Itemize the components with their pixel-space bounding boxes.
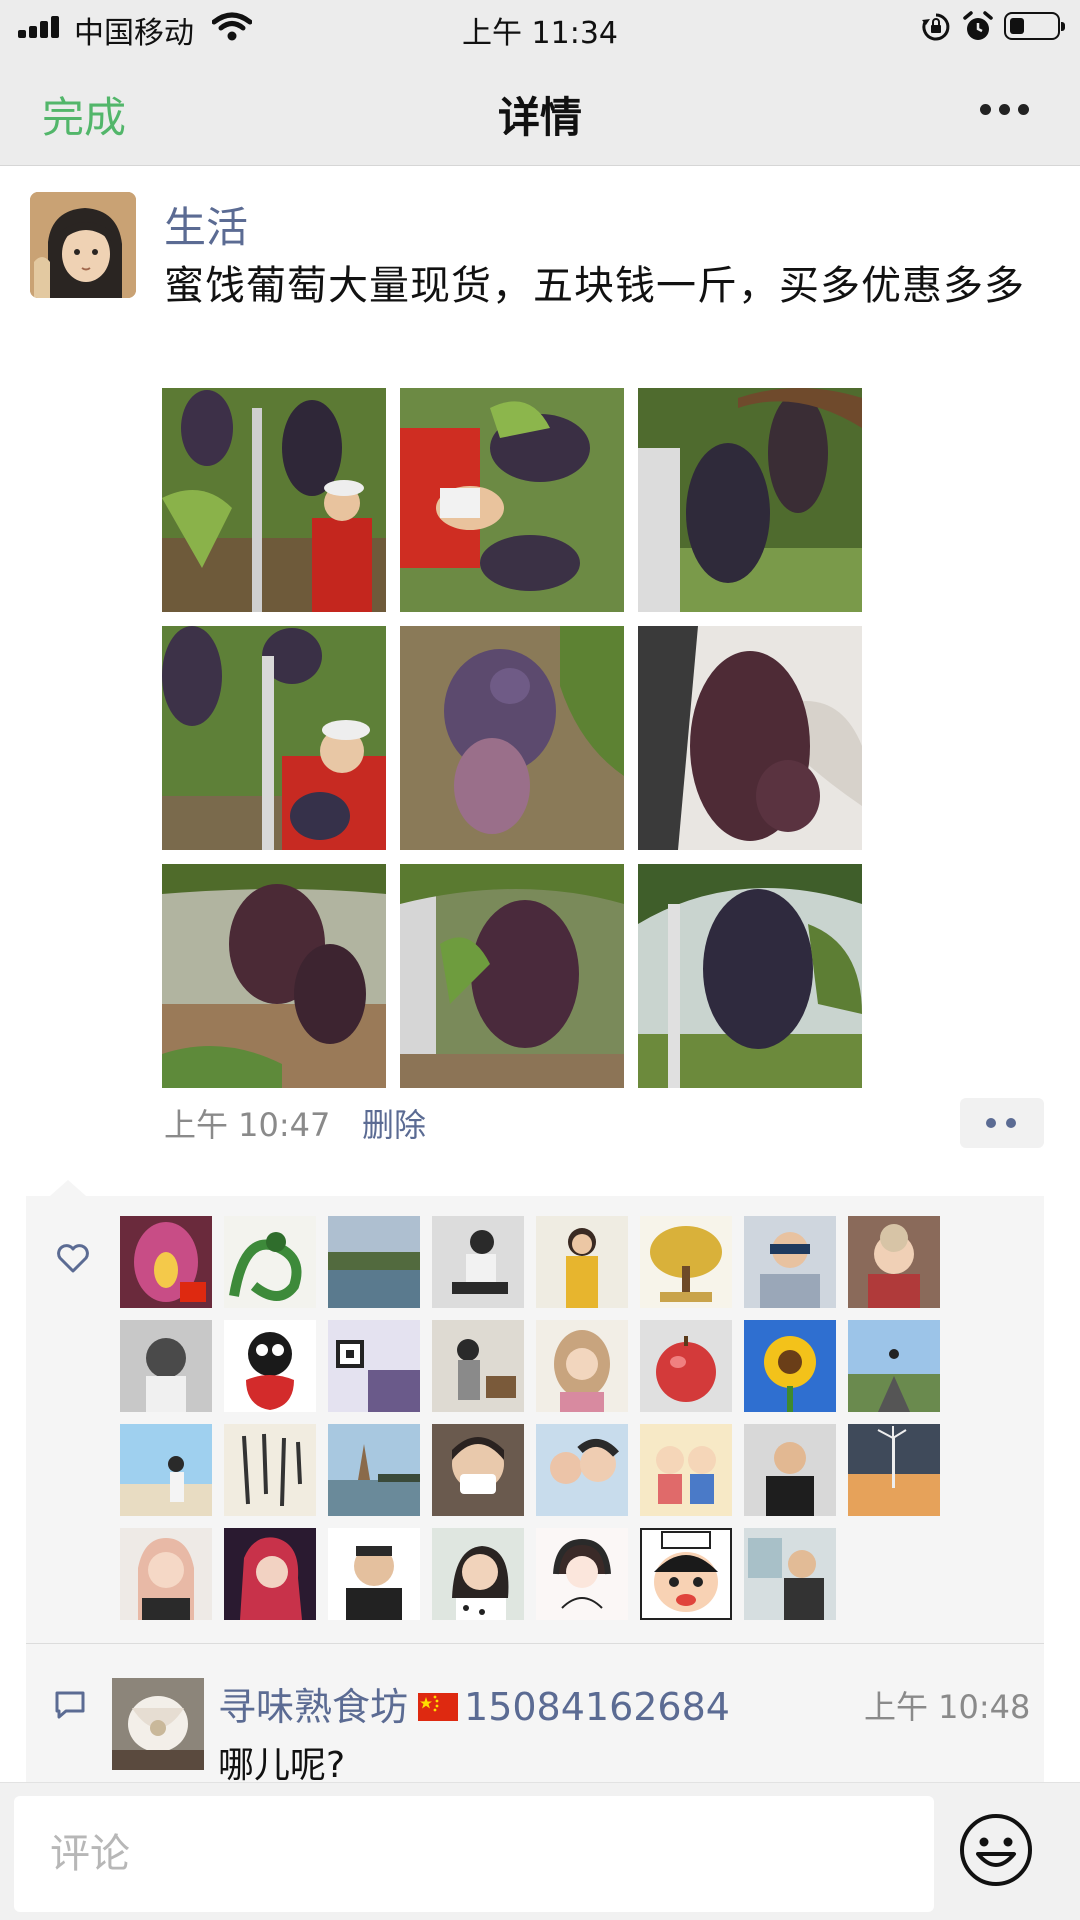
liker-avatar[interactable] bbox=[744, 1528, 836, 1620]
liker-avatar[interactable] bbox=[536, 1320, 628, 1412]
liker-avatar[interactable] bbox=[328, 1528, 420, 1620]
avatar[interactable] bbox=[30, 192, 136, 298]
post-username[interactable]: 生活 bbox=[164, 194, 248, 255]
liker-avatar[interactable] bbox=[120, 1528, 212, 1620]
comment-author-name: 寻味熟食坊 bbox=[218, 1685, 409, 1729]
post-photo[interactable] bbox=[400, 388, 624, 612]
liker-avatar[interactable] bbox=[432, 1216, 524, 1308]
post-photo[interactable] bbox=[162, 864, 386, 1088]
panel-arrow bbox=[50, 1180, 86, 1196]
post-time: 上午 10:47 bbox=[164, 1106, 331, 1144]
liker-avatar[interactable] bbox=[536, 1424, 628, 1516]
comment-icon bbox=[55, 1691, 85, 1719]
liker-avatar[interactable] bbox=[432, 1528, 524, 1620]
status-time: 上午 11:34 bbox=[462, 16, 618, 51]
battery-icon bbox=[1004, 12, 1065, 40]
comment-text: 哪儿呢? bbox=[218, 1745, 346, 1786]
post-photo[interactable] bbox=[638, 864, 862, 1088]
liker-avatar[interactable] bbox=[328, 1216, 420, 1308]
panel-divider bbox=[26, 1643, 1044, 1644]
liker-avatar[interactable] bbox=[432, 1320, 524, 1412]
post-photo[interactable] bbox=[162, 388, 386, 612]
page-title: 详情 bbox=[497, 93, 582, 142]
liker-avatar[interactable] bbox=[744, 1216, 836, 1308]
china-flag-icon bbox=[418, 1692, 459, 1721]
liker-avatar[interactable] bbox=[120, 1320, 212, 1412]
post-photo[interactable] bbox=[638, 388, 862, 612]
comment-author[interactable]: 寻味熟食坊 15084162684 bbox=[218, 1676, 730, 1731]
liker-avatar[interactable] bbox=[432, 1424, 524, 1516]
liker-avatar[interactable] bbox=[224, 1424, 316, 1516]
comment-time: 上午 10:48 bbox=[864, 1688, 1031, 1726]
liker-avatar[interactable] bbox=[120, 1424, 212, 1516]
status-bar: 中国移动 上午 11:34 bbox=[0, 0, 1080, 54]
heart-icon bbox=[57, 1244, 89, 1273]
liker-avatar[interactable] bbox=[848, 1320, 940, 1412]
liker-avatar[interactable] bbox=[640, 1320, 732, 1412]
alarm-icon bbox=[963, 11, 993, 40]
comment-author-phone: 15084162684 bbox=[464, 1685, 730, 1729]
comment-avatar[interactable] bbox=[112, 1678, 204, 1770]
post-text: 蜜饯葡萄大量现货，五块钱一斤，买多优惠多多 bbox=[164, 263, 1025, 309]
orientation-lock-icon bbox=[922, 13, 950, 41]
liker-avatar[interactable] bbox=[640, 1216, 732, 1308]
liker-avatar[interactable] bbox=[536, 1216, 628, 1308]
comment-input[interactable] bbox=[14, 1796, 934, 1912]
liker-avatar[interactable] bbox=[120, 1216, 212, 1308]
more-icon[interactable] bbox=[980, 104, 1030, 116]
liker-avatar[interactable] bbox=[848, 1424, 940, 1516]
liker-avatar[interactable] bbox=[744, 1424, 836, 1516]
nav-bar: 完成 详情 bbox=[0, 54, 1080, 166]
liker-avatar[interactable] bbox=[744, 1320, 836, 1412]
post-photo[interactable] bbox=[162, 626, 386, 850]
liker-avatar[interactable] bbox=[328, 1320, 420, 1412]
liker-avatar[interactable] bbox=[224, 1320, 316, 1412]
liker-avatar[interactable] bbox=[848, 1216, 940, 1308]
liker-avatar[interactable] bbox=[640, 1424, 732, 1516]
liker-avatar[interactable] bbox=[536, 1528, 628, 1620]
post-photo[interactable] bbox=[400, 626, 624, 850]
liker-avatar[interactable] bbox=[224, 1528, 316, 1620]
liker-avatar[interactable] bbox=[328, 1424, 420, 1516]
delete-link[interactable]: 删除 bbox=[362, 1100, 426, 1146]
liker-avatar[interactable] bbox=[224, 1216, 316, 1308]
more-dots-icon[interactable] bbox=[960, 1098, 1044, 1148]
post-photo[interactable] bbox=[400, 864, 624, 1088]
emoji-icon[interactable] bbox=[958, 1812, 1034, 1888]
liker-avatar[interactable] bbox=[640, 1528, 732, 1620]
post-photo[interactable] bbox=[638, 626, 862, 850]
